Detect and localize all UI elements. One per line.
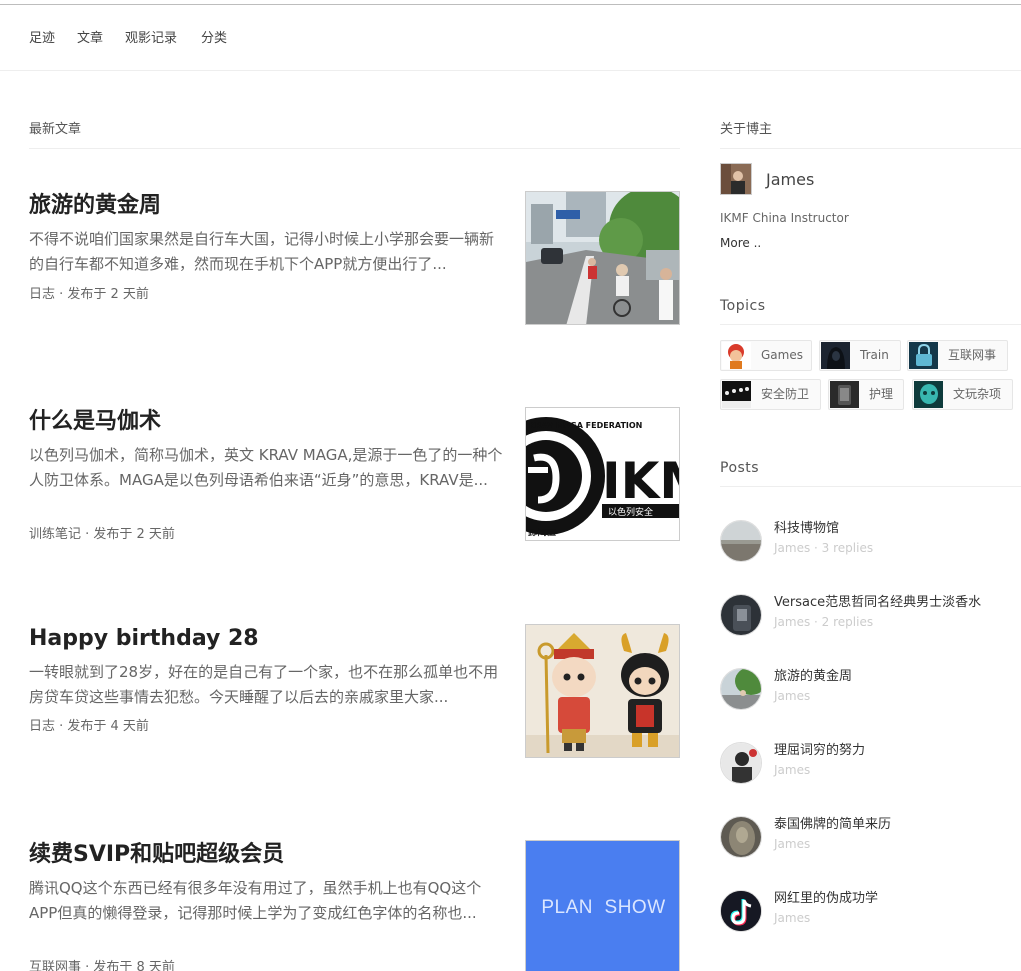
post-avatar <box>720 594 762 636</box>
topic-tag-train[interactable]: Train <box>819 340 901 371</box>
posts-heading: Posts <box>720 460 760 476</box>
post-item[interactable]: 科技博物馆 James · 3 replies <box>720 520 1021 564</box>
article-title[interactable]: 旅游的黄金周 <box>29 191 161 221</box>
divider <box>720 486 1021 487</box>
plan-show-text: PLAN SHOW <box>541 897 666 918</box>
topic-label: 互联网事 <box>948 348 997 362</box>
topics-heading: Topics <box>720 298 766 314</box>
post-meta: James <box>774 911 811 925</box>
article-card: 旅游的黄金周 不得不说咱们国家果然是自行车大国，记得小时候上小学那会要一辆新的自… <box>29 191 680 331</box>
author-name[interactable]: James <box>766 171 814 189</box>
article-meta: 日志 · 发布于 4 天前 <box>29 719 149 734</box>
street-cycling-photo <box>526 192 679 324</box>
post-title[interactable]: 旅游的黄金周 <box>774 669 852 685</box>
post-title[interactable]: 理屈词穷的努力 <box>774 743 865 759</box>
post-avatar <box>720 668 762 710</box>
topic-tag-collectibles[interactable]: 文玩杂项 <box>912 379 1013 410</box>
article-title[interactable]: 续费SVIP和贴吧超级会员 <box>29 840 284 870</box>
post-avatar <box>720 890 762 932</box>
logo-ring-text: KRAV MAGA FEDERATION <box>529 421 642 430</box>
topic-tag-care[interactable]: 护理 <box>828 379 904 410</box>
logo-caption: 以色列安全 <box>608 506 653 518</box>
article-excerpt: 腾讯QQ这个东西已经有很多年没有用过了，虽然手机上也有QQ这个APP但真的懒得登… <box>29 879 482 922</box>
nav-item-articles[interactable]: 文章 <box>77 31 103 47</box>
latest-articles-heading: 最新文章 <box>29 122 82 137</box>
topic-tag-internet[interactable]: 互联网事 <box>907 340 1008 371</box>
post-item[interactable]: 泰国佛牌的简单来历 James <box>720 816 1021 860</box>
article-title[interactable]: 什么是马伽术 <box>29 407 161 437</box>
article-card: 什么是马伽术 以色列马伽术，简称马伽术，英文 KRAV MAGA,是源于一色了的… <box>29 407 680 547</box>
hooded-figure-icon <box>821 342 850 369</box>
divider <box>29 148 680 149</box>
topic-label: 安全防卫 <box>761 387 810 401</box>
post-item[interactable]: 旅游的黄金周 James <box>720 668 1021 712</box>
divider <box>720 148 1021 149</box>
author-avatar-image <box>721 164 751 194</box>
post-title[interactable]: 泰国佛牌的简单来历 <box>774 817 891 833</box>
topic-label: Train <box>860 348 889 362</box>
post-title[interactable]: 网红里的伪成功学 <box>774 891 878 907</box>
author-more-link[interactable]: More .. <box>720 235 761 251</box>
post-item[interactable]: Versace范思哲同名经典男士淡香水 James · 2 replies <box>720 594 1021 638</box>
teal-robot-icon <box>914 381 943 408</box>
article-thumbnail[interactable] <box>525 191 680 325</box>
article-title[interactable]: Happy birthday 28 <box>29 624 259 654</box>
padlock-icon <box>909 342 938 369</box>
post-avatar <box>720 520 762 562</box>
about-heading: 关于博主 <box>720 122 773 137</box>
topic-label: 文玩杂项 <box>953 387 1002 401</box>
post-meta: James <box>774 837 811 851</box>
article-thumbnail[interactable] <box>525 624 680 758</box>
logo-text: IKM <box>602 452 680 510</box>
article-thumbnail[interactable]: PLAN SHOW <box>525 840 680 971</box>
post-meta: James · 2 replies <box>774 615 874 629</box>
post-avatar <box>720 742 762 784</box>
article-card: 续费SVIP和贴吧超级会员 腾讯QQ这个东西已经有很多年没有用过了，虽然手机上也… <box>29 840 680 971</box>
nav-item-movie-log[interactable]: 观影记录 <box>125 31 177 47</box>
article-meta: 互联网事 · 发布于 8 天前 <box>29 960 175 971</box>
sidebar: 关于博主 James IKMF China Instructor More ..… <box>720 71 1021 971</box>
author-description: IKMF China Instructor <box>720 211 849 225</box>
post-meta: James <box>774 763 811 777</box>
post-meta: James · 3 replies <box>774 541 874 555</box>
article-meta: 训练笔记 · 发布于 2 天前 <box>29 527 175 542</box>
ikmf-logo-image: KRAV MAGA FEDERATION 武术联盟 IKM 以色列安全 <box>526 408 680 540</box>
post-title[interactable]: Versace范思哲同名经典男士淡香水 <box>774 595 981 611</box>
article-card: Happy birthday 28 一转眼就到了28岁，好在的是自己有了一个家，… <box>29 624 680 764</box>
nav-item-categories[interactable]: 分类 <box>201 31 227 47</box>
post-meta: James <box>774 689 811 703</box>
post-avatar <box>720 816 762 858</box>
main-content: 最新文章 旅游的黄金周 不得不说咱们国家果然是自行车大国，记得小时候上小学那会要… <box>29 71 680 971</box>
author-avatar[interactable] <box>720 163 752 195</box>
topic-label: 护理 <box>869 387 894 401</box>
divider <box>720 324 1021 325</box>
topic-tag-self-defense[interactable]: 安全防卫 <box>720 379 821 410</box>
nav-item-footprints[interactable]: 足迹 <box>29 31 55 47</box>
logo-ring-text-bottom: 武术联盟 <box>528 528 556 537</box>
phone-icon <box>830 381 859 408</box>
post-item[interactable]: 理屈词穷的努力 James <box>720 742 1021 786</box>
post-title[interactable]: 科技博物馆 <box>774 521 839 537</box>
post-item[interactable]: 网红里的伪成功学 James <box>720 890 1021 934</box>
evolution-silhouette-icon <box>722 381 751 408</box>
topic-label: Games <box>761 348 803 362</box>
toy-figures-photo <box>526 625 679 757</box>
top-nav: 足迹 文章 观影记录 分类 <box>0 5 1021 71</box>
article-excerpt: 以色列马伽术，简称马伽术，英文 KRAV MAGA,是源于一色了的一种个人防卫体… <box>29 446 503 489</box>
article-excerpt: 不得不说咱们国家果然是自行车大国，记得小时候上小学那会要一辆新的自行车都不知道多… <box>29 230 495 273</box>
article-thumbnail[interactable]: KRAV MAGA FEDERATION 武术联盟 IKM 以色列安全 <box>525 407 680 541</box>
topic-tag-games[interactable]: Games <box>720 340 812 371</box>
article-excerpt: 一转眼就到了28岁，好在的是自己有了一个家，也不在那么孤单也不用房贷车贷这些事情… <box>29 663 499 706</box>
article-meta: 日志 · 发布于 2 天前 <box>29 287 149 302</box>
game-character-icon <box>722 342 751 369</box>
